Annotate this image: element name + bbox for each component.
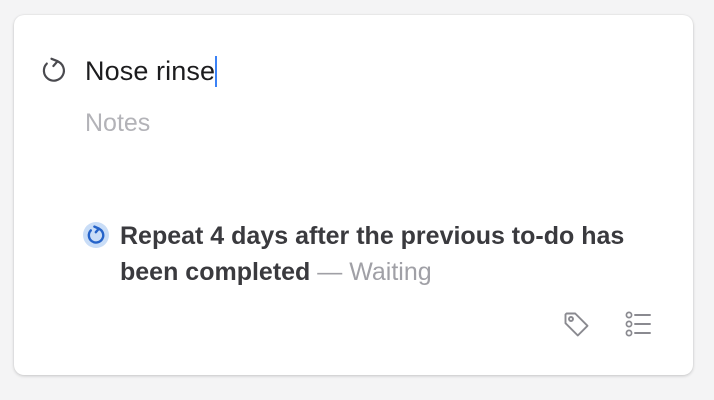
todo-card: Nose rinse Notes Repeat 4 days after the… bbox=[14, 15, 693, 375]
tag-icon[interactable] bbox=[561, 309, 591, 339]
repeat-description: Repeat 4 days after the previous to-do h… bbox=[120, 218, 650, 290]
title-field[interactable]: Nose rinse bbox=[85, 54, 218, 88]
notes-field[interactable]: Notes bbox=[85, 109, 150, 138]
card-toolbar bbox=[561, 309, 653, 339]
repeat-icon bbox=[42, 57, 65, 82]
repeat-badge-icon bbox=[83, 222, 109, 248]
text-cursor bbox=[215, 55, 218, 87]
repeat-status: — Waiting bbox=[310, 258, 432, 286]
checklist-icon[interactable] bbox=[623, 309, 653, 339]
todo-title[interactable]: Nose rinse bbox=[85, 56, 215, 87]
